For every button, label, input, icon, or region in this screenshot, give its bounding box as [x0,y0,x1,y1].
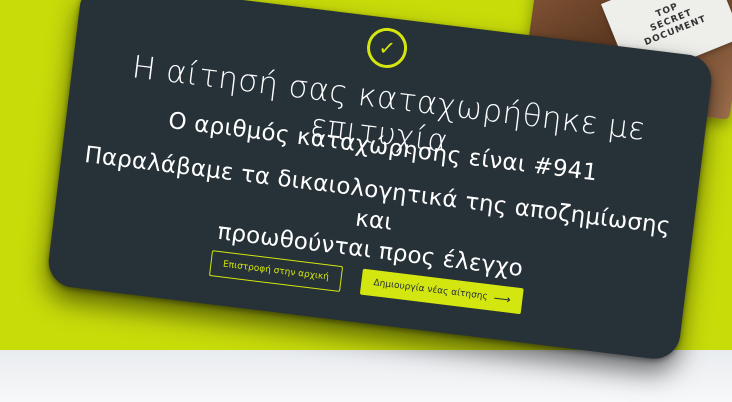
check-glyph: ✓ [377,35,397,61]
new-application-label: Δημιουργία νέας αίτησης [372,278,489,303]
arrow-right-icon: ⟶ [492,290,512,307]
check-circle-icon: ✓ [364,25,410,71]
bottom-band [0,350,732,402]
confirmation-card: ✓ Η αίτησή σας καταχωρήθηκε με επιτυχία.… [45,0,715,362]
